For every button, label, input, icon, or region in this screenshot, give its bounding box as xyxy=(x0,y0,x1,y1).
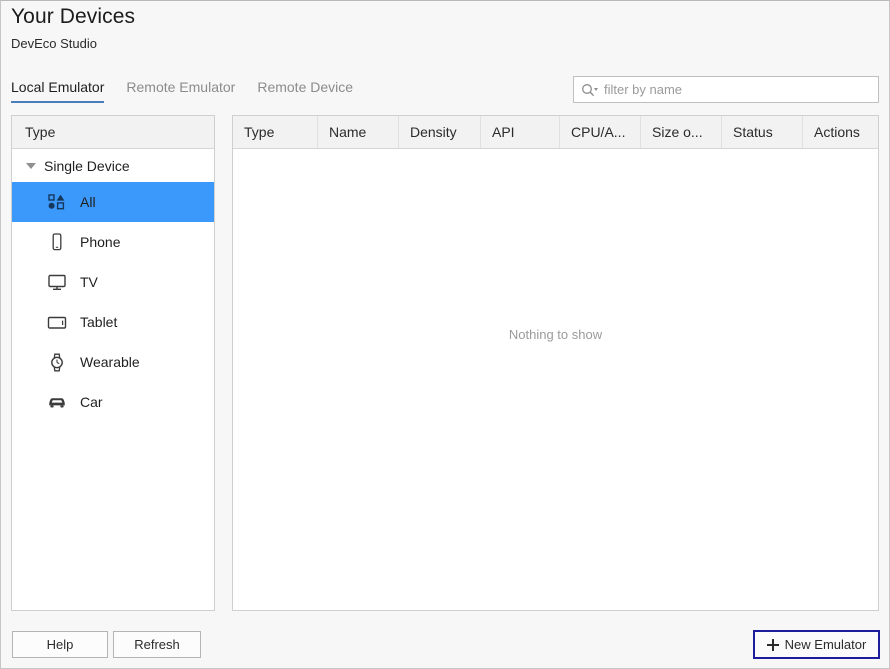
column-header-actions[interactable]: Actions xyxy=(803,116,878,148)
tab-local-emulator[interactable]: Local Emulator xyxy=(11,78,105,103)
tablet-icon xyxy=(46,312,68,332)
help-button[interactable]: Help xyxy=(12,631,108,658)
page-subtitle: DevEco Studio xyxy=(11,36,97,51)
tab-remote-device[interactable]: Remote Device xyxy=(257,78,353,103)
sidebar-item-label: Phone xyxy=(80,234,121,250)
refresh-button[interactable]: Refresh xyxy=(113,631,201,658)
tree-group-label: Single Device xyxy=(44,157,130,174)
column-header-status[interactable]: Status xyxy=(722,116,803,148)
all-devices-icon xyxy=(46,192,68,212)
tab-bar: Local Emulator Remote Emulator Remote De… xyxy=(11,77,375,103)
sidebar-item-label: Tablet xyxy=(80,314,118,330)
sidebar-item-tablet[interactable]: Tablet xyxy=(12,302,214,342)
column-header-cpu-abi[interactable]: CPU/A... xyxy=(560,116,641,148)
page-title: Your Devices xyxy=(11,5,136,28)
sidebar-item-label: Wearable xyxy=(80,354,140,370)
column-header-api[interactable]: API xyxy=(481,116,560,148)
search-icon[interactable] xyxy=(580,82,600,98)
sidebar-item-car[interactable]: Car xyxy=(12,382,214,422)
search-input[interactable] xyxy=(604,82,872,97)
sidebar-item-label: TV xyxy=(80,274,98,290)
table-header-row: Type Name Density API CPU/A... Size o...… xyxy=(233,116,878,149)
your-devices-window: Your Devices DevEco Studio Local Emulato… xyxy=(0,0,890,669)
device-type-tree-panel: Type Single Device All Phone TV Tablet W… xyxy=(11,115,215,611)
filter-search-box[interactable] xyxy=(573,76,879,103)
sidebar-item-label: Car xyxy=(80,394,103,410)
table-body: Nothing to show xyxy=(233,149,878,610)
sidebar-item-phone[interactable]: Phone xyxy=(12,222,214,262)
sidebar-item-tv[interactable]: TV xyxy=(12,262,214,302)
new-emulator-label: New Emulator xyxy=(784,637,867,652)
caret-down-icon[interactable] xyxy=(24,159,38,173)
sidebar-item-label: All xyxy=(80,194,96,210)
tree-body: Single Device All Phone TV Tablet Wearab… xyxy=(12,149,214,610)
tv-icon xyxy=(46,272,68,292)
watch-icon xyxy=(46,352,68,372)
column-header-name[interactable]: Name xyxy=(318,116,399,148)
tab-remote-emulator[interactable]: Remote Emulator xyxy=(126,78,235,103)
column-header-type[interactable]: Type xyxy=(233,116,318,148)
column-header-size[interactable]: Size o... xyxy=(641,116,722,148)
new-emulator-button[interactable]: New Emulator xyxy=(753,630,880,659)
sidebar-item-all[interactable]: All xyxy=(12,182,214,222)
sidebar-item-wearable[interactable]: Wearable xyxy=(12,342,214,382)
car-icon xyxy=(46,392,68,412)
device-table-panel: Type Name Density API CPU/A... Size o...… xyxy=(232,115,879,611)
plus-icon xyxy=(766,638,779,651)
empty-state-message: Nothing to show xyxy=(508,327,603,342)
column-header-density[interactable]: Density xyxy=(399,116,481,148)
phone-icon xyxy=(46,232,68,252)
tree-header-type: Type xyxy=(12,116,214,149)
tree-group-single-device[interactable]: Single Device xyxy=(12,149,214,182)
